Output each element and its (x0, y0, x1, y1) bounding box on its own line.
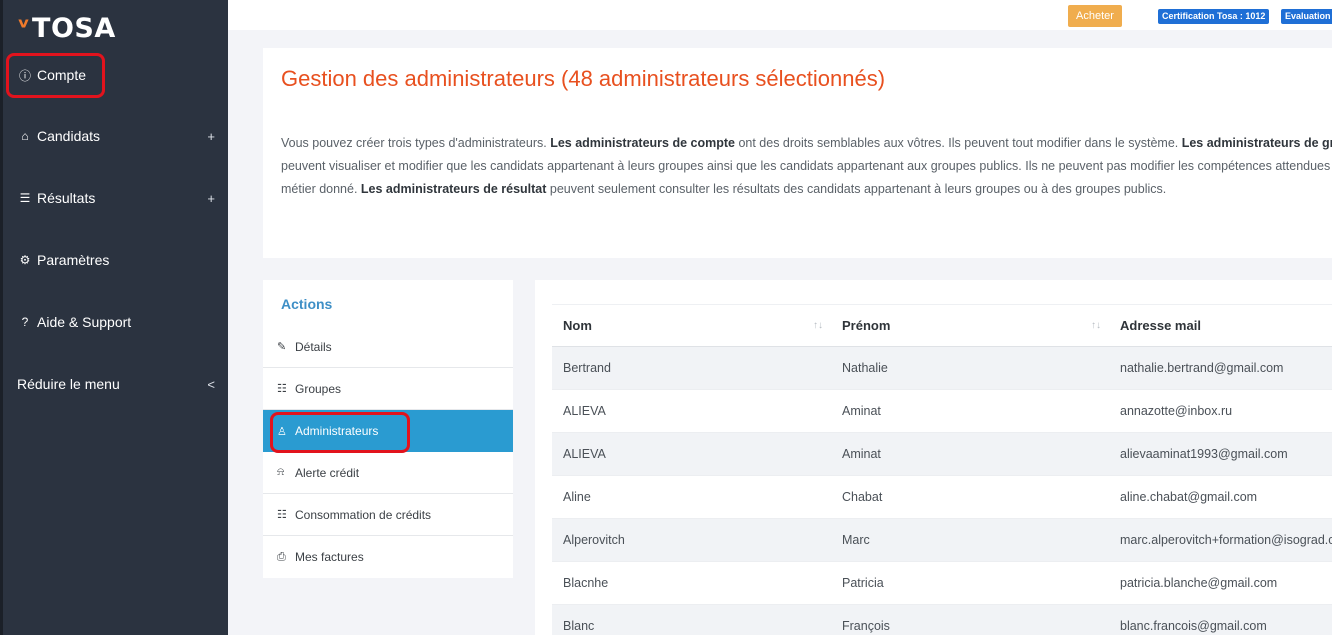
action-label: Alerte crédit (295, 465, 360, 480)
intro-text-bold: Les administrateurs de résultat (360, 182, 547, 196)
question-circle-icon: ? (21, 315, 29, 329)
invoice-icon: ⎙ (277, 550, 286, 563)
action-consommation-credits[interactable]: ☷ Consommation de crédits (263, 494, 513, 536)
credits-icon: ☷ (277, 509, 287, 521)
tosa-logo[interactable]: ᵛ TOSA (17, 12, 116, 44)
actions-title: Actions (281, 296, 333, 312)
sidebar-item-candidats[interactable]: ⌂ Candidats + (17, 124, 217, 148)
sort-icon[interactable]: ↑↓ (1091, 304, 1101, 347)
sidebar-item-label: Aide & Support (37, 314, 132, 330)
table-row[interactable]: ALIEVA Aminat annazotte@inbox.ru (552, 390, 1332, 433)
table-row[interactable]: Blacnhe Patricia patricia.blanche@gmail.… (552, 562, 1332, 605)
intro-text-part: Vous pouvez créer trois types d'administ… (281, 136, 551, 150)
sidebar: ᵛ TOSA ⓘ Compte ⌂ Candidats + ☰ Résultat… (0, 0, 228, 635)
column-header-label: Nom (563, 318, 592, 333)
cell-email: marc.alperovitch+formation@isograd.com (1120, 533, 1332, 547)
column-header-label: Prénom (842, 318, 891, 333)
column-header-label: Adresse mail (1120, 318, 1201, 333)
intro-text-part: métier donné. (281, 182, 361, 196)
header-card: Gestion des administrateurs (48 administ… (263, 48, 1332, 258)
intro-text-part: peuvent visualiser et modifier que les c… (281, 159, 1331, 173)
action-label: Groupes (295, 381, 342, 396)
cell-nom: Alperovitch (563, 533, 625, 547)
action-groupes[interactable]: ☷ Groupes (263, 368, 513, 410)
actions-panel: Actions ✎ Détails ☷ Groupes ♙ Administra… (263, 280, 513, 578)
cell-nom: Aline (563, 490, 591, 504)
cell-email: aline.chabat@gmail.com (1120, 490, 1258, 504)
table-row[interactable]: Alperovitch Marc marc.alperovitch+format… (552, 519, 1332, 562)
sidebar-item-resultats[interactable]: ☰ Résultats + (17, 186, 217, 210)
expand-plus-icon[interactable]: + (207, 191, 215, 206)
cell-nom: ALIEVA (563, 404, 606, 418)
cell-email: annazotte@inbox.ru (1120, 404, 1233, 418)
cell-nom: ALIEVA (563, 447, 606, 461)
cell-nom: Blacnhe (563, 576, 609, 590)
acheter-button[interactable]: Acheter (1068, 5, 1122, 27)
bell-icon: ⍾ (277, 466, 285, 478)
intro-text-bold: Les administrateurs de grou (1181, 136, 1332, 150)
intro-text: Vous pouvez créer trois types d'administ… (281, 132, 1332, 198)
intro-text-part: peuvent seulement consulter les résultat… (546, 182, 1167, 196)
cell-nom: Blanc (563, 619, 595, 633)
cell-prenom: Patricia (842, 576, 884, 590)
gear-icon: ⚙ (19, 253, 31, 267)
expand-plus-icon[interactable]: + (207, 129, 215, 144)
top-bar: Acheter Certification Tosa : 1012 Evalua… (228, 0, 1332, 30)
list-icon: ☰ (19, 191, 31, 205)
column-header-prenom[interactable]: Prénom ↑↓ (831, 304, 1109, 347)
cell-prenom: François (842, 619, 890, 633)
cell-prenom: Aminat (842, 404, 881, 418)
tosa-logo-text: TOSA (32, 12, 116, 44)
user-icon: ⌂ (21, 129, 29, 143)
sort-icon[interactable]: ↑↓ (813, 304, 823, 347)
action-alerte-credit[interactable]: ⍾ Alerte crédit (263, 452, 513, 494)
sidebar-item-aide-support[interactable]: ? Aide & Support (17, 310, 217, 334)
table-row[interactable]: Bertrand Nathalie nathalie.bertrand@gmai… (552, 347, 1332, 390)
sidebar-item-label: Paramètres (37, 252, 110, 268)
cell-email: blanc.francois@gmail.com (1120, 619, 1267, 633)
table-header: Nom ↑↓ Prénom ↑↓ Adresse mail (552, 304, 1332, 347)
sidebar-item-reduire-menu[interactable]: Réduire le menu < (17, 372, 217, 396)
table-row[interactable]: ALIEVA Aminat alievaaminat1993@gmail.com (552, 433, 1332, 476)
action-mes-factures[interactable]: ⎙ Mes factures (263, 536, 513, 578)
intro-text-bold: Les administrateurs de compte (550, 136, 735, 150)
intro-text-part: ont des droits semblables aux vôtres. Il… (734, 136, 1182, 150)
sidebar-item-parametres[interactable]: ⚙ Paramètres (17, 248, 217, 272)
cell-email: patricia.blanche@gmail.com (1120, 576, 1278, 590)
action-label: Consommation de crédits (295, 507, 432, 522)
action-details[interactable]: ✎ Détails (263, 326, 513, 368)
administrators-table: Nom ↑↓ Prénom ↑↓ Adresse mail Bertrand Nat… (552, 304, 1332, 635)
column-header-nom[interactable]: Nom ↑↓ (552, 304, 831, 347)
column-header-adresse-mail[interactable]: Adresse mail (1109, 304, 1332, 347)
action-label: Détails (295, 339, 332, 354)
action-label: Mes factures (295, 550, 364, 564)
cell-prenom: Marc (842, 533, 870, 547)
cell-prenom: Chabat (842, 490, 883, 504)
sidebar-item-label: Candidats (37, 128, 101, 144)
cell-prenom: Nathalie (842, 361, 888, 375)
cell-nom: Bertrand (563, 361, 611, 375)
administrators-table-card: Nom ↑↓ Prénom ↑↓ Adresse mail Bertrand Nat… (535, 280, 1332, 635)
page-title: Gestion des administrateurs (48 administ… (281, 66, 886, 91)
groups-icon: ☷ (277, 383, 287, 395)
collapse-chevron-icon[interactable]: < (207, 377, 215, 392)
action-label: Administrateurs (295, 424, 379, 438)
table-row[interactable]: Aline Chabat aline.chabat@gmail.com (552, 476, 1332, 519)
tosa-logo-mark-icon: ᵛ (17, 13, 31, 43)
cell-prenom: Aminat (842, 447, 881, 461)
sidebar-item-compte[interactable]: ⓘ Compte (17, 63, 217, 87)
admin-user-icon: ♙ (277, 425, 287, 438)
edit-icon: ✎ (277, 341, 287, 353)
sidebar-item-label: Résultats (37, 190, 96, 206)
cell-email: nathalie.bertrand@gmail.com (1120, 361, 1284, 375)
certification-badge[interactable]: Certification Tosa : 1012 (1158, 9, 1270, 24)
evaluation-badge[interactable]: Evaluation (1281, 9, 1332, 24)
sidebar-item-label: Réduire le menu (17, 376, 120, 392)
info-circle-icon: ⓘ (18, 68, 31, 83)
table-row[interactable]: Blanc François blanc.francois@gmail.com (552, 605, 1332, 635)
sidebar-item-label: Compte (37, 67, 87, 83)
cell-email: alievaaminat1993@gmail.com (1120, 447, 1288, 461)
action-administrateurs[interactable]: ♙ Administrateurs (263, 410, 513, 452)
